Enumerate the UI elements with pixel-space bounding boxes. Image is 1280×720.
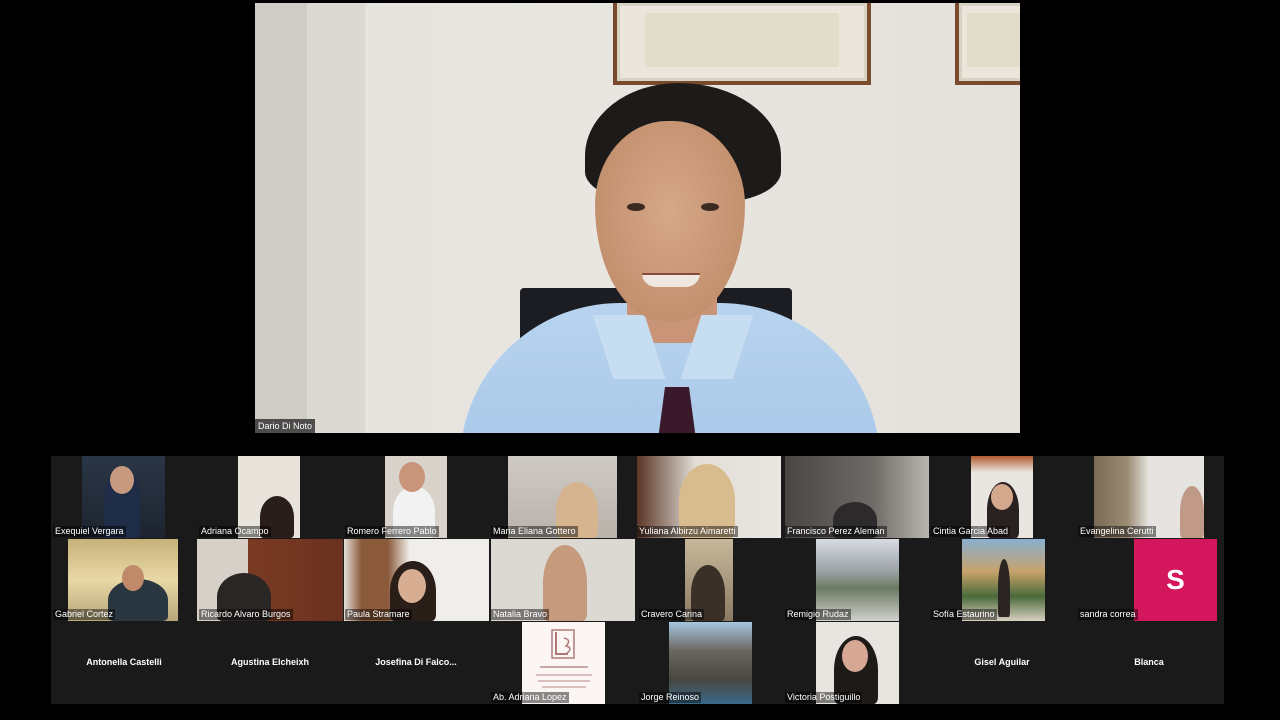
participant-name: Ab. Adriana Lopez <box>491 692 569 703</box>
participant-name: Jorge Reinoso <box>639 692 702 703</box>
participant-name: Agustina Elcheixh <box>230 657 310 667</box>
participant-name: Cintia Garcia Abad <box>931 526 1011 537</box>
participant-tile[interactable]: Natalia Bravo <box>489 539 635 621</box>
participant-tile[interactable]: Maria Eliana Gottero <box>489 456 635 538</box>
participant-name: Yuliana Albirzu Aimaretti <box>637 526 738 537</box>
participant-tile[interactable]: Ricardo Alvaro Burgos <box>197 539 343 621</box>
participant-name: Exequiel Vergara <box>53 526 126 537</box>
participant-tile[interactable]: Gisel Aguilar <box>929 622 1075 704</box>
participant-name: Francisco Perez Aleman <box>785 526 887 537</box>
wall <box>255 3 307 433</box>
participant-tile[interactable]: Cravero Carina <box>637 539 783 621</box>
participant-name: sandra correa <box>1078 609 1138 620</box>
participant-tile[interactable]: Cintia Garcia Abad <box>929 456 1075 538</box>
participant-name: Josefina Di Falco... <box>375 657 457 667</box>
participant-tile[interactable]: S sandra correa <box>1076 539 1222 621</box>
participant-tile[interactable]: Romero Ferrero Pablo <box>343 456 489 538</box>
participant-tile[interactable]: Exequiel Vergara <box>51 456 197 538</box>
participant-name: Gisel Aguilar <box>974 657 1030 667</box>
participant-name: Antonella Castelli <box>86 657 162 667</box>
participant-name: Evangelina Cerutti <box>1078 526 1156 537</box>
participant-tile[interactable]: Sofía Estaurino <box>929 539 1075 621</box>
participant-tile[interactable]: Antonella Castelli <box>51 622 197 704</box>
participant-tile[interactable]: Ab. Adriana Lopez <box>489 622 635 704</box>
participant-name: Gabriel Cortez <box>53 609 116 620</box>
participant-name: Maria Eliana Gottero <box>491 526 578 537</box>
eye <box>627 203 645 211</box>
participant-name: Romero Ferrero Pablo <box>345 526 439 537</box>
participant-gallery: Exequiel Vergara Adriana Ocampo Romero F… <box>51 456 1224 704</box>
picture-frame <box>613 3 871 85</box>
wall <box>307 3 365 433</box>
participant-tile[interactable]: Gabriel Cortez <box>51 539 197 621</box>
avatar: S <box>1134 539 1217 621</box>
picture-frame <box>955 3 1020 85</box>
eye <box>701 203 719 211</box>
speaker-name-label: Dario Di Noto <box>255 419 316 433</box>
participant-tile[interactable]: Adriana Ocampo <box>197 456 343 538</box>
mouth <box>642 273 700 287</box>
participant-name: Ricardo Alvaro Burgos <box>199 609 293 620</box>
participant-tile[interactable]: Jorge Reinoso <box>637 622 783 704</box>
participant-name: Sofía Estaurino <box>931 609 997 620</box>
participant-name: Natalia Bravo <box>491 609 550 620</box>
participant-tile[interactable]: Agustina Elcheixh <box>197 622 343 704</box>
participant-tile[interactable]: Blanca <box>1076 622 1222 704</box>
participant-tile[interactable]: Evangelina Cerutti <box>1076 456 1222 538</box>
participant-tile[interactable]: Francisco Perez Aleman <box>783 456 929 538</box>
participant-name: Adriana Ocampo <box>199 526 271 537</box>
participant-tile[interactable]: Remigio Rudaz <box>783 539 929 621</box>
participant-name: Paula Stramare <box>345 609 412 620</box>
speaker-video[interactable]: Dario Di Noto <box>255 3 1020 433</box>
participant-name: Cravero Carina <box>639 609 705 620</box>
participant-tile[interactable]: Paula Stramare <box>343 539 489 621</box>
participant-name: Victoria Postiguillo <box>785 692 863 703</box>
participant-name: Remigio Rudaz <box>785 609 851 620</box>
participant-tile[interactable]: Josefina Di Falco... <box>343 622 489 704</box>
participant-tile[interactable]: Yuliana Albirzu Aimaretti <box>635 456 781 538</box>
participant-tile[interactable]: Victoria Postiguillo <box>783 622 929 704</box>
participant-name: Blanca <box>1134 657 1164 667</box>
